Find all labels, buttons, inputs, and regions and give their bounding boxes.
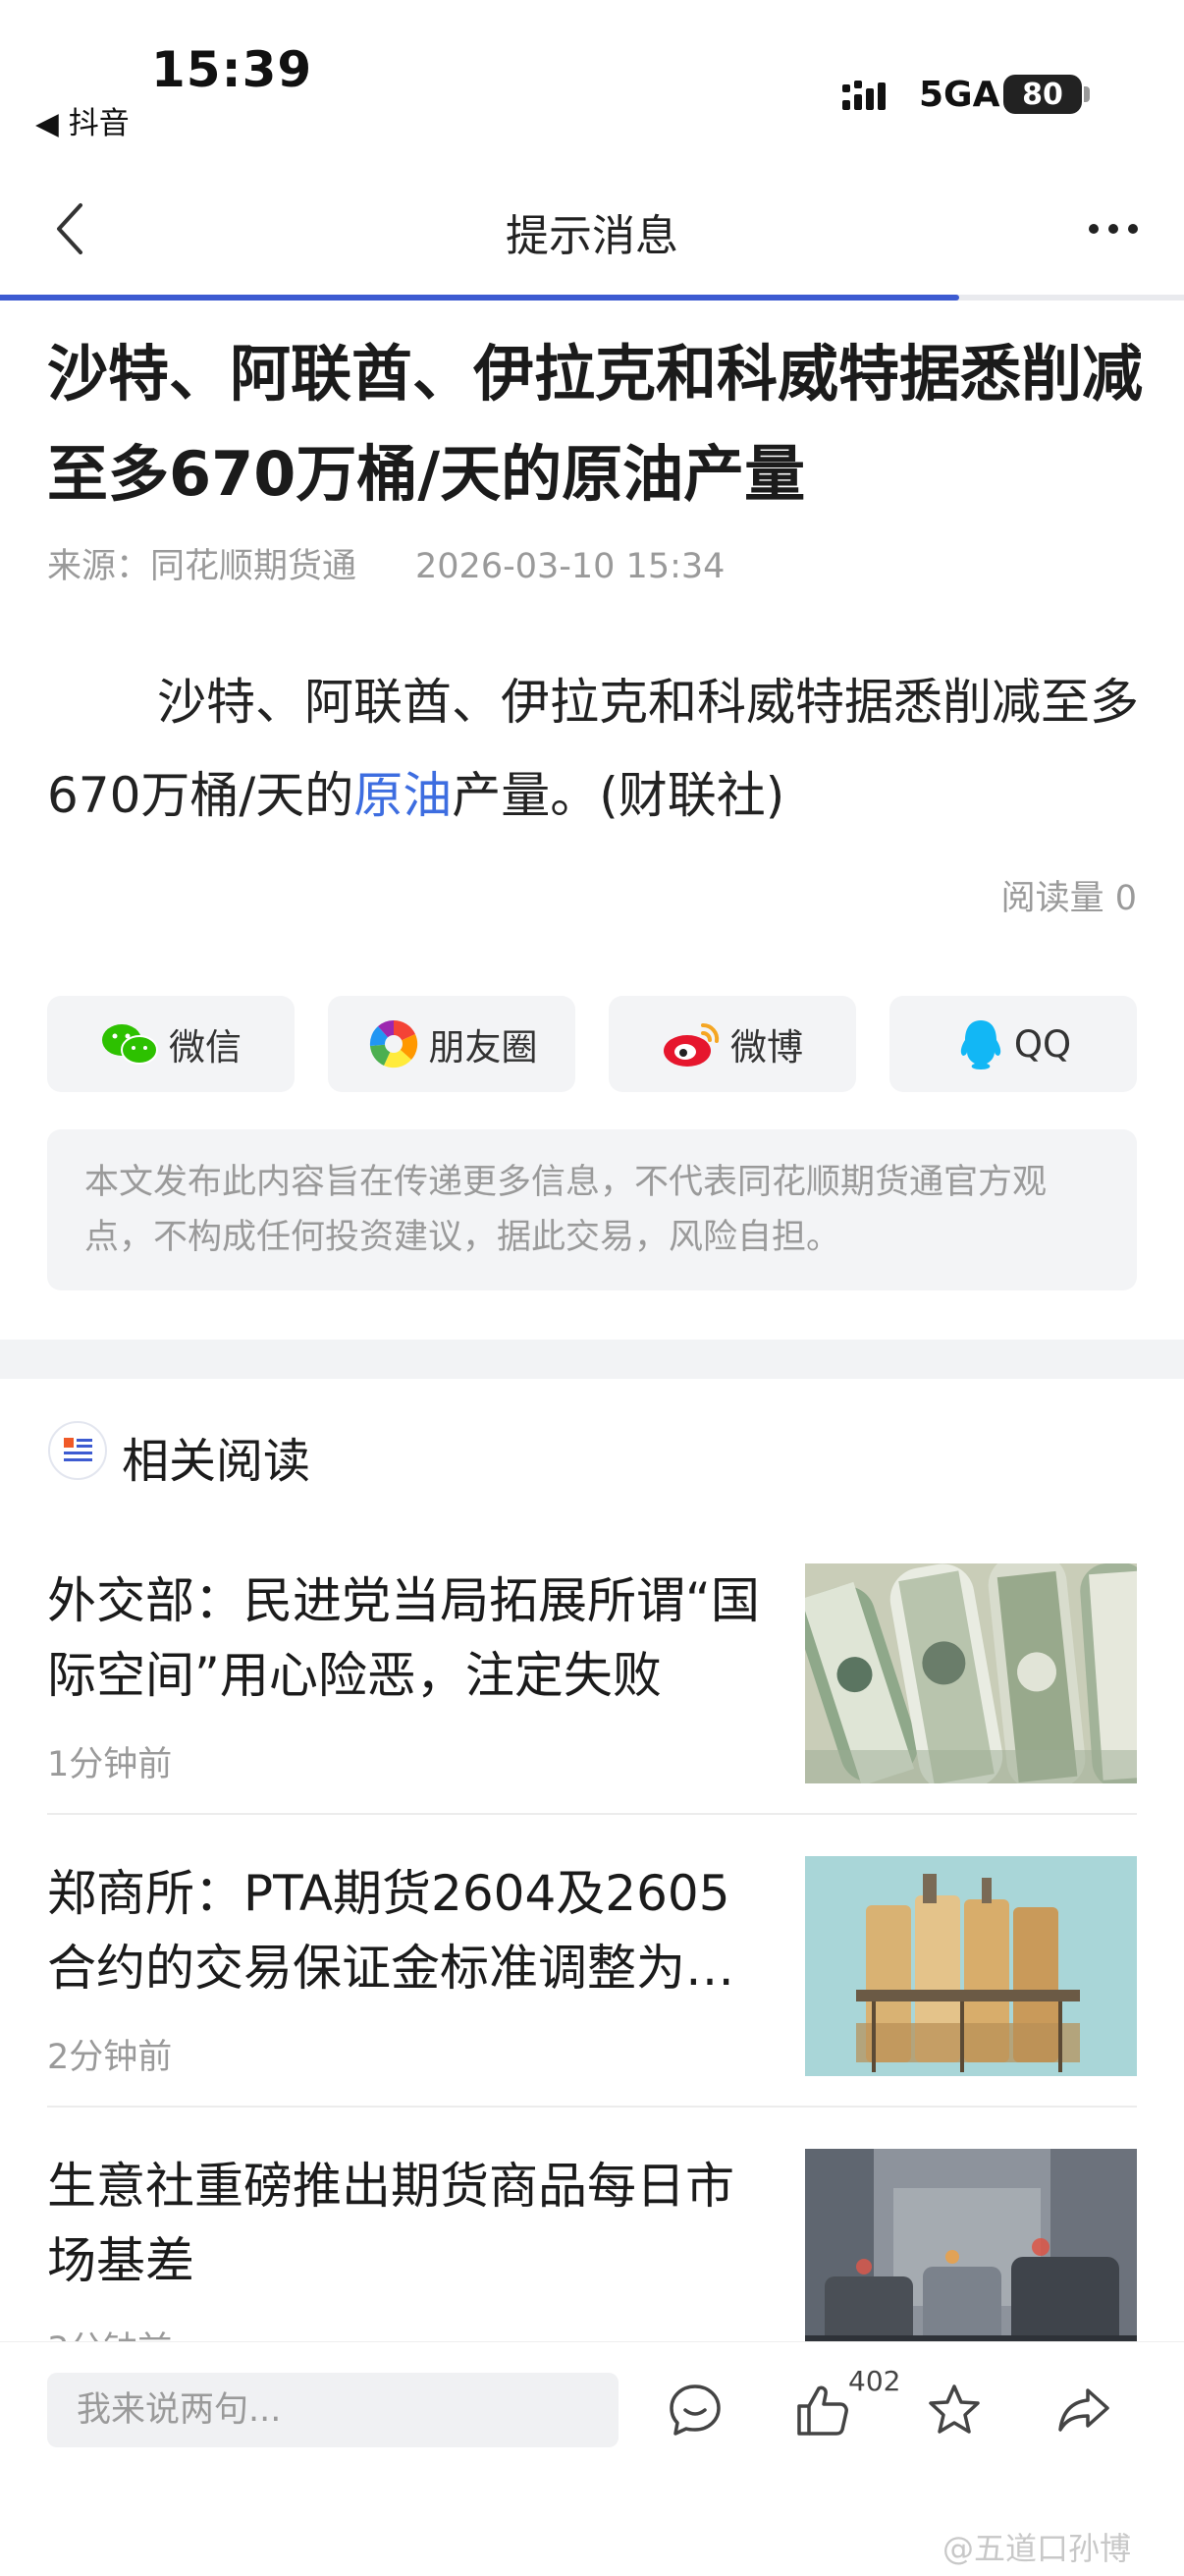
moments-aperture-icon xyxy=(369,1019,417,1069)
related-news-time: 1分钟前 xyxy=(47,1745,173,1784)
network-type: 5GA xyxy=(919,75,1000,115)
share-qq-label: QQ xyxy=(1013,1022,1072,1066)
traffic-street-thumbnail[interactable] xyxy=(805,2149,1137,2369)
silo-tanks-thumbnail[interactable] xyxy=(805,1856,1137,2076)
like-thumb-icon[interactable] xyxy=(793,2381,852,2439)
list-separator xyxy=(47,2106,1137,2108)
dollar-bills-thumbnail[interactable] xyxy=(805,1563,1137,1783)
list-separator xyxy=(47,1813,1137,1815)
share-weibo-button[interactable]: 微博 xyxy=(609,996,856,1092)
article-body: 沙特、阿联酋、伊拉克和科威特据悉削减至多670万桶/天的原油产量。(财联社) xyxy=(47,656,1139,843)
related-news-title[interactable]: 外交部：民进党当局拓展所谓“国际空间”用心险恶，注定失败 xyxy=(47,1563,764,1713)
related-news-title[interactable]: 郑商所：PTA期货2604及2605合约的交易保证金标准调整为… xyxy=(47,1856,764,2005)
article-source: 来源：同花顺期货通 xyxy=(47,547,357,586)
article-title: 沙特、阿联酋、伊拉克和科威特据悉削减至多670万桶/天的原油产量 xyxy=(47,338,1144,510)
share-arrow-icon[interactable] xyxy=(1054,2381,1113,2439)
crude-oil-link[interactable]: 原油 xyxy=(353,767,452,824)
share-wechat-label: 微信 xyxy=(169,1026,242,1069)
battery-tip xyxy=(1084,86,1090,102)
battery-indicator: 80 xyxy=(1003,75,1082,114)
watermark: @五道口孙博 xyxy=(942,2530,1132,2567)
comment-icon[interactable] xyxy=(666,2381,725,2439)
back-to-app-link[interactable]: ◀ 抖音 xyxy=(35,98,130,142)
article-meta: 来源：同花顺期货通 2026-03-10 15:34 xyxy=(47,538,783,588)
share-moments-label: 朋友圈 xyxy=(428,1026,538,1069)
article-datetime: 2026-03-10 15:34 xyxy=(415,547,726,586)
related-news-title[interactable]: 生意社重磅推出期货商品每日市场基差 xyxy=(47,2149,764,2298)
status-time: 15:39 xyxy=(151,41,313,98)
section-divider xyxy=(0,1340,1184,1379)
article-body-text-end: 产量。(财联社) xyxy=(452,767,785,824)
related-reading-icon xyxy=(48,1421,107,1480)
more-options-icon[interactable] xyxy=(1086,216,1141,242)
disclaimer-notice: 本文发布此内容旨在传递更多信息，不代表同花顺期货通官方观点，不构成任何投资建议，… xyxy=(47,1129,1137,1290)
reading-progress-bar xyxy=(0,295,959,301)
battery-level: 80 xyxy=(1022,77,1063,112)
read-count: 阅读量 0 xyxy=(1000,879,1137,918)
related-news-time: 2分钟前 xyxy=(47,2038,173,2077)
wechat-icon xyxy=(102,1024,158,1065)
page-title: 提示消息 xyxy=(506,211,678,261)
qq-penguin-icon xyxy=(960,1020,1001,1069)
weibo-icon xyxy=(664,1022,720,1067)
share-qq-button[interactable]: QQ xyxy=(889,996,1137,1092)
like-count: 402 xyxy=(848,2365,901,2397)
share-wechat-button[interactable]: 微信 xyxy=(47,996,295,1092)
comment-input[interactable] xyxy=(47,2373,619,2447)
share-moments-button[interactable]: 朋友圈 xyxy=(328,996,575,1092)
related-reading-heading: 相关阅读 xyxy=(122,1434,311,1489)
share-weibo-label: 微博 xyxy=(730,1026,803,1069)
favorite-star-icon[interactable] xyxy=(925,2381,984,2439)
signal-strength-icon xyxy=(842,81,886,110)
